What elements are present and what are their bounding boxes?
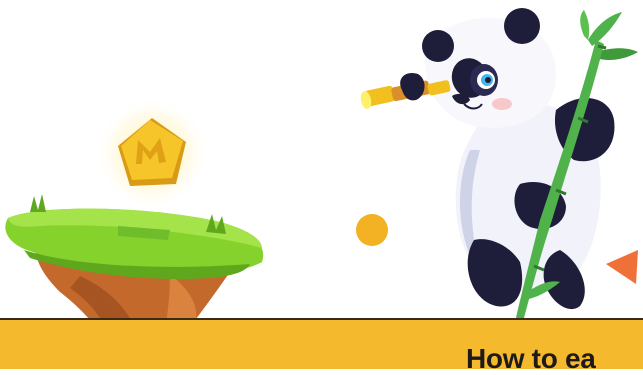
hero-scene <box>0 0 643 369</box>
bamboo-leaves <box>580 10 638 60</box>
panda-mascot <box>360 8 638 318</box>
banner-heading: How to ea <box>466 343 596 374</box>
